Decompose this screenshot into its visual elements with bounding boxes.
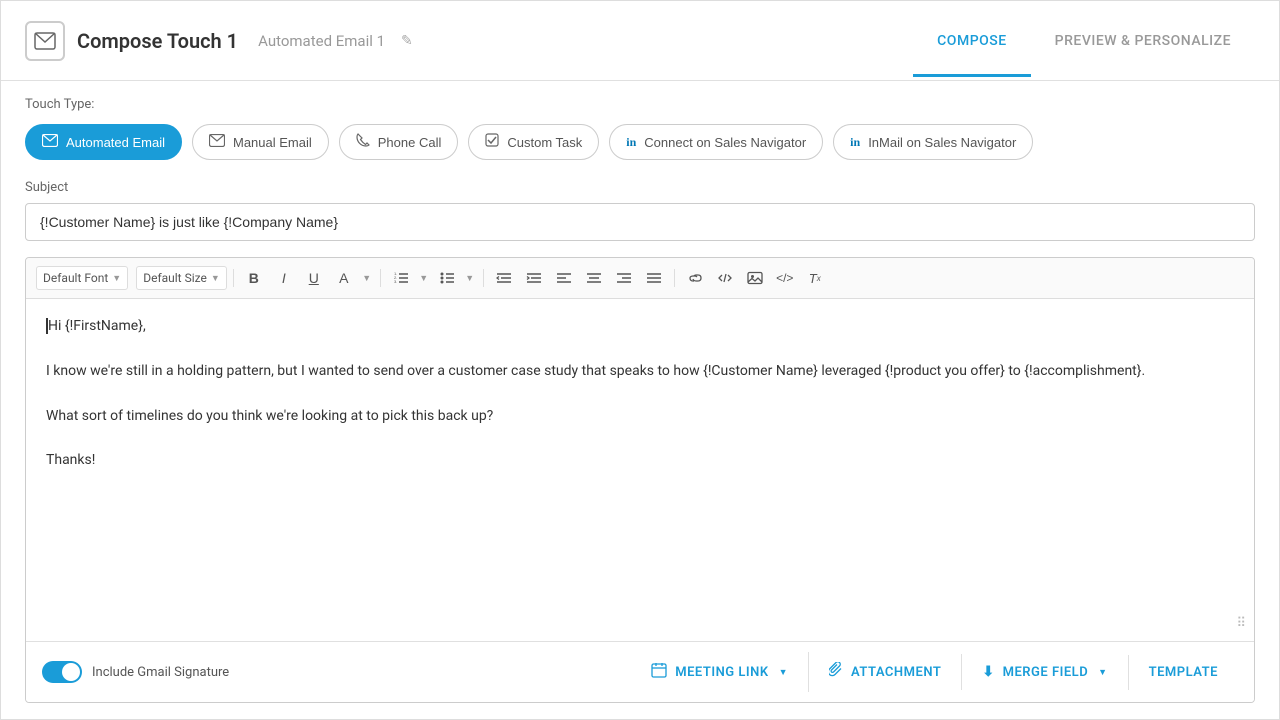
custom-task-icon — [485, 133, 499, 151]
attachment-icon — [829, 662, 843, 682]
tab-preview-personalize[interactable]: PREVIEW & PERSONALIZE — [1031, 5, 1255, 77]
merge-field-label: MERGE FIELD — [1003, 665, 1089, 680]
font-family-arrow: ▼ — [112, 273, 121, 284]
font-size-arrow: ▼ — [211, 273, 220, 284]
toolbar-special[interactable] — [711, 264, 739, 292]
toolbar-sep-4 — [674, 269, 675, 287]
subject-label: Subject — [25, 180, 1255, 195]
toolbar-align-left[interactable] — [550, 264, 578, 292]
phone-call-icon — [356, 133, 370, 151]
inmail-sales-nav-icon: in — [850, 135, 860, 150]
attachment-label: ATTACHMENT — [851, 665, 941, 680]
toolbar-clear-format[interactable]: Tx — [801, 264, 829, 292]
toolbar-code[interactable]: </> — [771, 264, 799, 292]
toolbar-unordered-list-arrow[interactable]: ▼ — [463, 264, 477, 292]
toolbar-sep-2 — [380, 269, 381, 287]
touch-type-label: Touch Type: — [25, 97, 1255, 112]
editor-line-3: I know we're still in a holding pattern,… — [46, 360, 1234, 382]
merge-field-icon: ⬇ — [982, 664, 994, 680]
manual-email-label: Manual Email — [233, 135, 312, 150]
toolbar-outdent[interactable] — [490, 264, 518, 292]
email-editor: Default Font ▼ Default Size ▼ B I U A ▼ … — [25, 257, 1255, 703]
compose-touch-icon — [25, 21, 65, 61]
cursor — [46, 318, 48, 334]
gmail-signature-toggle[interactable] — [42, 661, 82, 683]
page-subtitle: Automated Email 1 — [258, 32, 385, 50]
template-button[interactable]: TEMPLATE — [1128, 655, 1238, 690]
toolbar-ordered-list[interactable]: 1.2.3. — [387, 264, 415, 292]
meeting-link-button[interactable]: MEETING LINK ▼ — [631, 652, 808, 692]
toolbar-italic[interactable]: I — [270, 264, 298, 292]
touch-btn-inmail-sales-nav[interactable]: in InMail on Sales Navigator — [833, 124, 1033, 160]
tab-compose[interactable]: COMPOSE — [913, 5, 1031, 77]
touch-btn-custom-task[interactable]: Custom Task — [468, 124, 599, 160]
touch-btn-automated-email[interactable]: Automated Email — [25, 124, 182, 160]
editor-line-7: Thanks! — [46, 449, 1234, 471]
editor-line-2 — [46, 337, 1234, 359]
toolbar-align-center[interactable] — [580, 264, 608, 292]
editor-body[interactable]: Hi {!FirstName}, I know we're still in a… — [26, 299, 1254, 641]
page-title: Compose Touch 1 — [77, 29, 238, 53]
toolbar-bold[interactable]: B — [240, 264, 268, 292]
font-family-select[interactable]: Default Font ▼ — [36, 266, 128, 290]
edit-title-icon[interactable]: ✎ — [401, 33, 413, 49]
merge-field-button[interactable]: ⬇ MERGE FIELD ▼ — [961, 654, 1127, 690]
inmail-sales-nav-label: InMail on Sales Navigator — [868, 135, 1016, 150]
font-family-label: Default Font — [43, 271, 108, 285]
editor-toolbar: Default Font ▼ Default Size ▼ B I U A ▼ … — [26, 258, 1254, 299]
toolbar-unordered-list[interactable] — [433, 264, 461, 292]
font-size-select[interactable]: Default Size ▼ — [136, 266, 227, 290]
manual-email-icon — [209, 134, 225, 151]
touch-btn-phone-call[interactable]: Phone Call — [339, 124, 459, 160]
automated-email-label: Automated Email — [66, 135, 165, 150]
template-label: TEMPLATE — [1149, 665, 1218, 680]
font-size-label: Default Size — [143, 271, 207, 285]
gmail-signature-toggle-area: Include Gmail Signature — [42, 661, 229, 683]
toolbar-link[interactable] — [681, 264, 709, 292]
gmail-signature-label: Include Gmail Signature — [92, 665, 229, 680]
meeting-link-icon — [651, 662, 667, 682]
subject-input[interactable] — [25, 203, 1255, 241]
toolbar-sep-3 — [483, 269, 484, 287]
toolbar-underline[interactable]: U — [300, 264, 328, 292]
toolbar-sep-1 — [233, 269, 234, 287]
editor-line-6 — [46, 427, 1234, 449]
editor-line-1: Hi {!FirstName}, — [46, 315, 1234, 337]
automated-email-icon — [42, 134, 58, 151]
bottom-bar: Include Gmail Signature MEETING LINK ▼ — [26, 641, 1254, 702]
connect-sales-nav-icon: in — [626, 135, 636, 150]
resize-handle: ⠿ — [1236, 614, 1246, 635]
merge-field-arrow: ▼ — [1098, 667, 1107, 678]
touch-type-buttons: Automated Email Manual Email Phone Call … — [25, 124, 1255, 160]
phone-call-label: Phone Call — [378, 135, 442, 150]
meeting-link-arrow: ▼ — [779, 667, 788, 678]
toolbar-justify[interactable] — [640, 264, 668, 292]
toolbar-font-color-arrow[interactable]: ▼ — [360, 264, 374, 292]
editor-line-5: What sort of timelines do you think we'r… — [46, 405, 1234, 427]
connect-sales-nav-label: Connect on Sales Navigator — [644, 135, 806, 150]
toolbar-image[interactable] — [741, 264, 769, 292]
touch-btn-connect-sales-nav[interactable]: in Connect on Sales Navigator — [609, 124, 823, 160]
toggle-circle — [62, 663, 80, 681]
attachment-button[interactable]: ATTACHMENT — [808, 652, 961, 692]
editor-line-4 — [46, 382, 1234, 404]
custom-task-label: Custom Task — [507, 135, 582, 150]
svg-text:3.: 3. — [394, 279, 397, 284]
header-tabs: COMPOSE PREVIEW & PERSONALIZE — [913, 5, 1255, 77]
toolbar-align-right[interactable] — [610, 264, 638, 292]
touch-btn-manual-email[interactable]: Manual Email — [192, 124, 329, 160]
toolbar-ordered-list-arrow[interactable]: ▼ — [417, 264, 431, 292]
toolbar-font-color[interactable]: A — [330, 264, 358, 292]
meeting-link-label: MEETING LINK — [675, 665, 768, 680]
toolbar-indent[interactable] — [520, 264, 548, 292]
bottom-action-buttons: MEETING LINK ▼ ATTACHMENT ⬇ MERGE FIELD … — [631, 652, 1238, 692]
